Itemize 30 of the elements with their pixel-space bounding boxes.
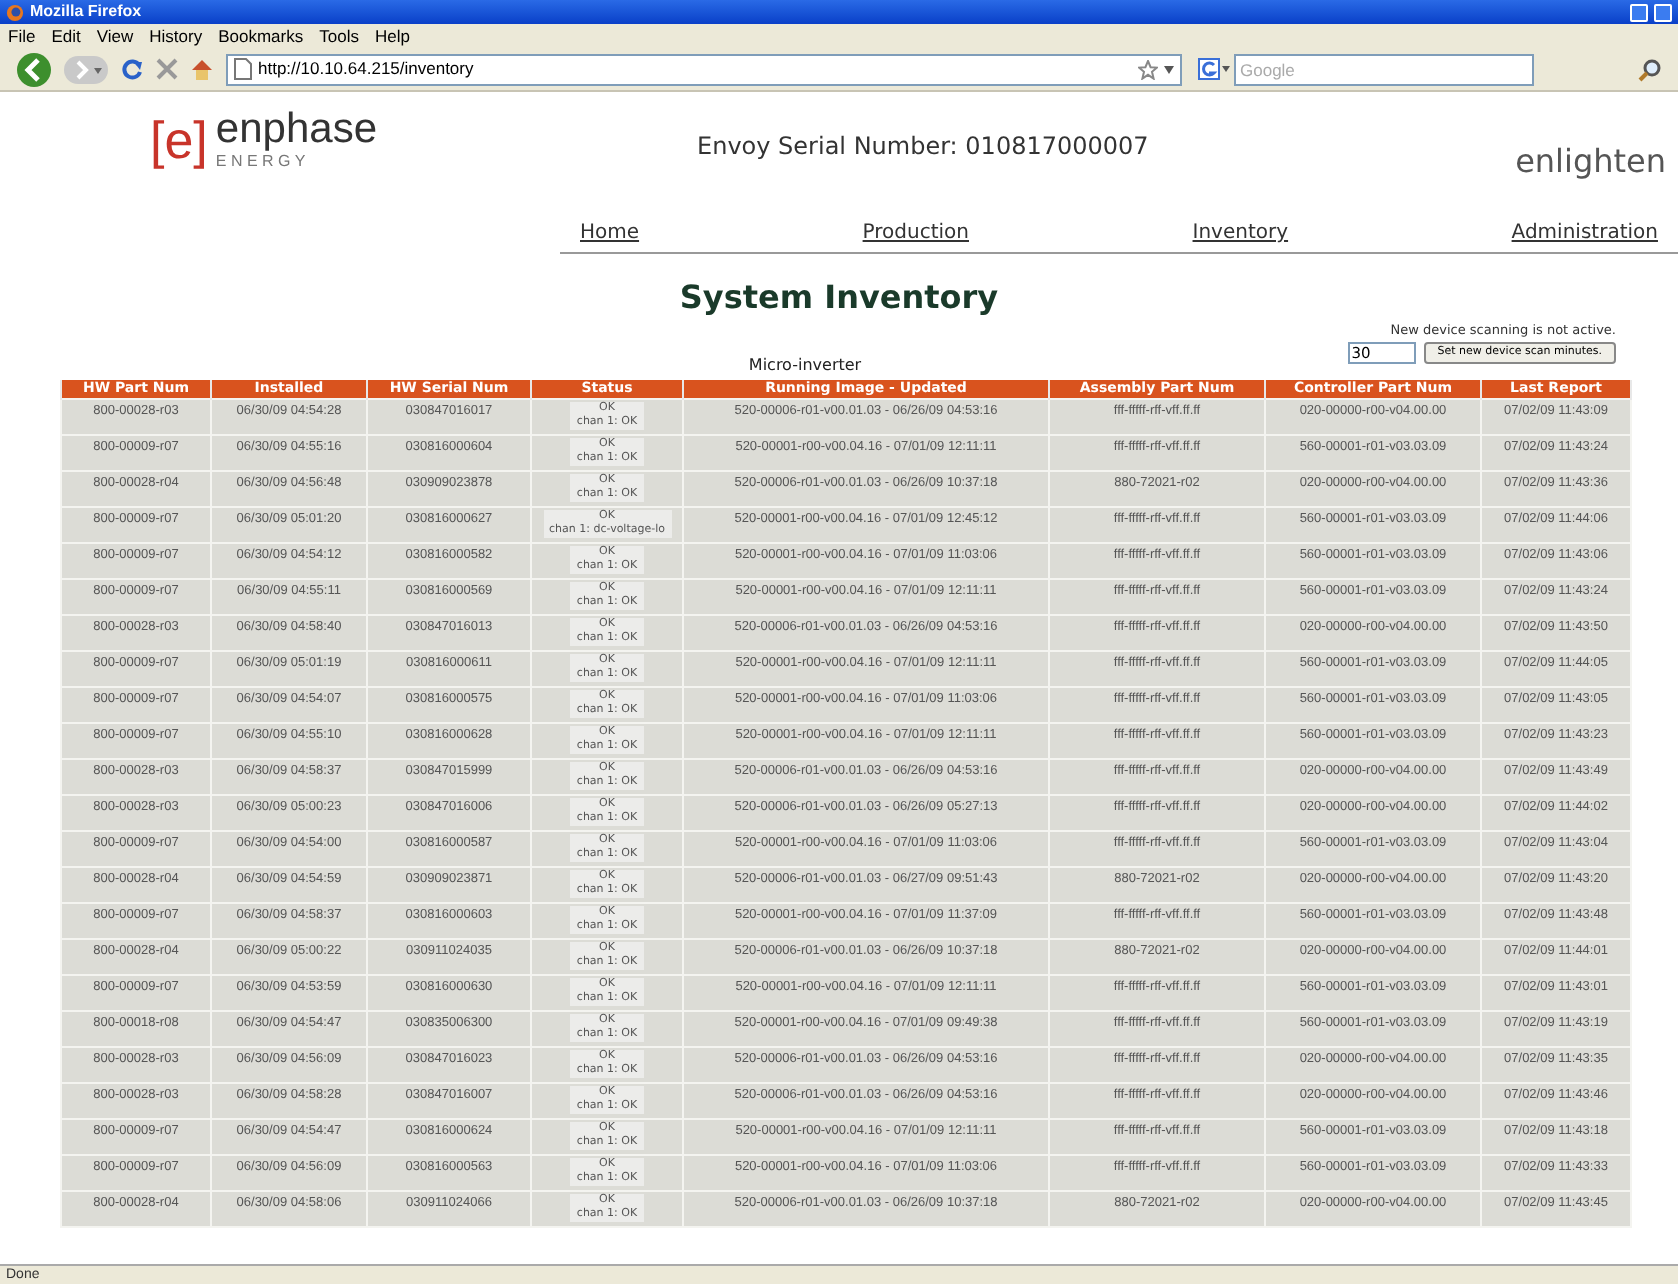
nav-link[interactable]: Inventory [1192,224,1289,244]
nav-link[interactable]: Home [580,224,640,244]
restore-button[interactable] [1654,3,1672,21]
menu-item[interactable]: Bookmarks [218,27,304,45]
menu-item[interactable]: Edit [51,27,81,45]
page-icon [234,58,252,80]
minimize-button[interactable] [1630,3,1648,21]
nav-link[interactable]: Production [862,224,969,244]
table-caption: Micro-inverter [748,353,862,378]
dropdown-arrow-icon[interactable] [1164,65,1174,73]
serial-number-text: Envoy Serial Number: 010817000007 [697,130,1149,164]
address-field[interactable]: http://10.10.64.215/inventory [226,53,1182,85]
menu-item[interactable]: View [96,27,134,45]
menu-item[interactable]: File [8,27,36,45]
menu-item[interactable]: Help [374,27,410,45]
home-icon[interactable] [190,57,214,81]
search-icon[interactable] [1638,57,1662,81]
window-title: Mozilla Firefox [30,4,142,20]
back-icon[interactable] [16,51,52,87]
search-field[interactable]: Google [1234,53,1534,85]
forward-icon[interactable] [64,55,108,83]
nav-link[interactable]: Administration [1511,224,1658,244]
menu-item[interactable]: Tools [319,27,359,45]
brand-name: enlighten [1515,140,1666,184]
menu-item[interactable]: History [149,27,203,45]
page-title: System Inventory [679,276,999,320]
browser-logo-icon [6,3,24,21]
star-icon[interactable] [1138,59,1158,79]
reload-icon[interactable] [120,57,144,81]
search-engine-icon[interactable] [1198,58,1230,80]
